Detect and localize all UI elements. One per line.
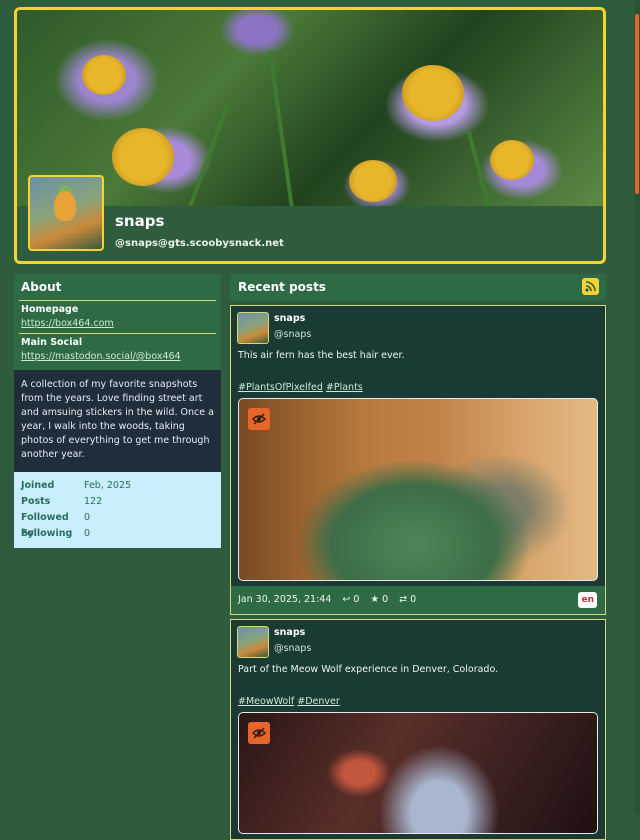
reply-count: ↩ 0	[342, 594, 360, 605]
recent-posts-title: Recent posts	[238, 280, 326, 294]
profile-header: snaps @snaps@gts.scoobysnack.net	[14, 7, 606, 264]
recent-posts-header: Recent posts	[230, 274, 606, 301]
star-icon: ★	[370, 594, 380, 605]
boost-count: ⇄ 0	[399, 594, 417, 605]
scrollbar-thumb[interactable]	[635, 14, 639, 194]
stat-posts: Posts 122	[21, 494, 214, 510]
boost-icon: ⇄	[399, 594, 408, 605]
stat-value: 0	[84, 528, 91, 539]
post-author-name[interactable]: snaps	[274, 627, 305, 638]
main-social-link[interactable]: https://mastodon.social/@box464	[21, 351, 181, 362]
stat-value: 122	[84, 496, 103, 507]
profile-stats: Joined Feb, 2025 Posts 122 Followed by 0…	[14, 472, 221, 548]
post-timestamp[interactable]: Jan 30, 2025, 21:44	[238, 594, 331, 605]
stat-value: Feb, 2025	[84, 480, 132, 491]
profile-field: Homepage https://box464.com	[19, 300, 216, 333]
stat-label: Posts	[21, 496, 51, 507]
post-tags: #PlantsOfPixelfed #Plants	[231, 361, 605, 393]
rss-icon[interactable]	[582, 278, 599, 295]
post-media[interactable]	[238, 398, 598, 581]
post[interactable]: snaps @snaps This air fern has the best …	[230, 305, 606, 615]
stat-label: Joined	[21, 480, 55, 491]
reply-icon: ↩	[342, 594, 351, 605]
page-scrollbar[interactable]	[634, 0, 640, 815]
profile-fields: Homepage https://box464.com Main Social …	[14, 300, 221, 370]
stat-label: Following	[21, 528, 73, 539]
sensitive-toggle-button[interactable]	[248, 722, 270, 744]
post-text: This air fern has the best hair ever.	[238, 350, 405, 361]
post-avatar[interactable]	[237, 312, 269, 344]
stat-value: 0	[84, 512, 91, 523]
field-name-homepage: Homepage	[21, 304, 79, 315]
stat-followed-by: Followed by 0	[21, 510, 214, 539]
post-author-name[interactable]: snaps	[274, 313, 305, 324]
post[interactable]: snaps @snaps Part of the Meow Wolf exper…	[230, 619, 606, 840]
eye-slash-icon	[252, 413, 266, 425]
stat-joined: Joined Feb, 2025	[21, 478, 214, 494]
eye-slash-icon	[252, 727, 266, 739]
field-name-main-social: Main Social	[21, 337, 83, 348]
about-title: About	[14, 274, 221, 300]
recent-posts: Recent posts snaps @snaps This air fern …	[230, 274, 606, 840]
profile-display-name: snaps	[115, 212, 165, 230]
profile-field: Main Social https://mastodon.social/@box…	[19, 333, 216, 366]
hashtag-link[interactable]: #Plants	[326, 382, 363, 393]
about-panel: About Homepage https://box464.com Main S…	[14, 274, 221, 548]
hashtag-link[interactable]: #MeowWolf	[238, 696, 294, 707]
post-author-handle: @snaps	[274, 329, 312, 340]
post-media[interactable]	[238, 712, 598, 834]
profile-handle: @snaps@gts.scoobysnack.net	[115, 238, 284, 249]
stat-label: Followed by	[21, 512, 69, 539]
homepage-link[interactable]: https://box464.com	[21, 318, 114, 329]
profile-avatar[interactable]	[28, 175, 104, 251]
stat-following: Following 0	[21, 526, 214, 542]
header-image	[17, 10, 603, 206]
post-tags: #MeowWolf #Denver	[231, 675, 605, 707]
post-author-handle: @snaps	[274, 643, 312, 654]
profile-bio: A collection of my favorite snapshots fr…	[14, 370, 221, 472]
hashtag-link[interactable]: #PlantsOfPixelfed	[238, 382, 323, 393]
hashtag-link[interactable]: #Denver	[297, 696, 340, 707]
sensitive-toggle-button[interactable]	[248, 408, 270, 430]
post-avatar[interactable]	[237, 626, 269, 658]
language-badge: en	[578, 592, 597, 608]
favourite-count: ★ 0	[370, 594, 389, 605]
post-footer: Jan 30, 2025, 21:44 ↩ 0 ★ 0 ⇄ 0 en	[231, 586, 605, 614]
post-text: Part of the Meow Wolf experience in Denv…	[238, 664, 499, 675]
